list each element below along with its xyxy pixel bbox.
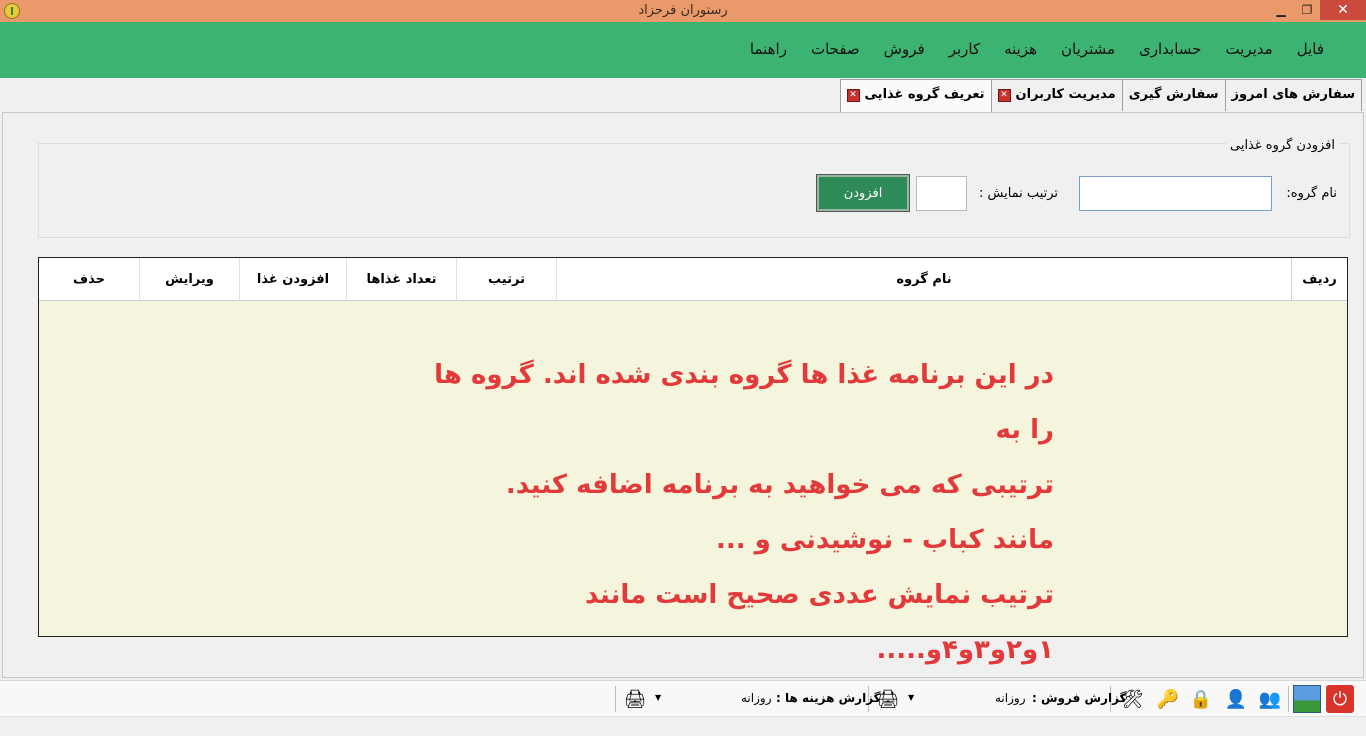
tab-close-icon[interactable]: ✕ <box>846 89 860 102</box>
close-button[interactable]: ✕ <box>1320 0 1366 20</box>
print-expense-icon[interactable]: 🖨 <box>621 685 649 713</box>
column-add-food[interactable]: افزودن غذا <box>239 258 346 301</box>
window-title: رستوران فرحزاد <box>638 3 728 18</box>
user-icon[interactable]: 👤 <box>1222 685 1250 713</box>
tab-label: سفارش گیری <box>1128 87 1219 102</box>
group-name-input[interactable] <box>1079 176 1272 211</box>
column-order[interactable]: ترتیب <box>456 258 556 301</box>
add-button[interactable]: افزودن <box>816 174 910 212</box>
tab-order-taking[interactable]: سفارش گیری <box>1121 79 1226 111</box>
tab-user-management[interactable]: مدیریت کاربران ✕ <box>990 79 1123 111</box>
tab-page: افزودن گروه غذایی نام گروه: ترتیب نمایش … <box>2 112 1364 678</box>
menu-pages[interactable]: صفحات <box>799 40 872 58</box>
notice-line: در این برنامه غذا ها گروه بندی شده اند. … <box>434 360 1054 445</box>
food-groups-grid: ردیف نام گروه ترتیب تعداد غذاها افزودن غ… <box>38 257 1348 665</box>
display-order-input[interactable] <box>916 176 967 211</box>
key-icon[interactable]: 🔑 <box>1154 685 1182 713</box>
column-edit[interactable]: ویرایش <box>139 258 239 301</box>
power-icon[interactable]: ⏻ <box>1326 685 1354 713</box>
grid-header: ردیف نام گروه ترتیب تعداد غذاها افزودن غ… <box>39 258 1347 301</box>
grid-notice: در این برنامه غذا ها گروه بندی شده اند. … <box>414 348 1054 678</box>
menu-file[interactable]: فایل <box>1285 40 1336 58</box>
window-controls: ▁ ❐ ✕ <box>1268 0 1366 20</box>
users-icon[interactable]: 👥 <box>1256 685 1284 713</box>
tab-close-icon[interactable]: ✕ <box>997 89 1011 102</box>
lock-icon[interactable]: 🔒 <box>1187 685 1215 713</box>
bottom-toolbar: ⏻ 👥 👤 🔒 🔑 🛠 گزارش فروش : روزانه ▼ 🖨 گزار… <box>0 680 1366 716</box>
notice-line: ترتیبی که می خواهید به برنامه اضافه کنید… <box>505 470 1054 500</box>
column-row-number[interactable]: ردیف <box>1291 258 1347 301</box>
sales-report-label: گزارش فروش : <box>1032 691 1127 705</box>
tab-food-group-definition[interactable]: تعریف گروه غذایی ✕ <box>839 79 992 113</box>
column-delete[interactable]: حذف <box>39 258 139 301</box>
sales-report-select[interactable]: روزانه <box>995 691 1026 705</box>
chevron-down-icon[interactable]: ▼ <box>908 693 914 702</box>
expense-report-select[interactable]: روزانه <box>741 691 772 705</box>
picture-icon[interactable] <box>1293 685 1321 713</box>
tab-strip: سفارش های امروز سفارش گیری مدیریت کاربرا… <box>0 78 1366 113</box>
menu-expense[interactable]: هزینه <box>992 40 1049 58</box>
toolbar-separator <box>615 686 616 712</box>
menu-accounting[interactable]: حسابداری <box>1127 40 1213 58</box>
column-group-name[interactable]: نام گروه <box>556 258 1291 301</box>
notice-line: ترتیب نمایش عددی صحیح است مانند ۱و۲و۳و۴و… <box>585 580 1054 665</box>
status-bar <box>0 716 1366 736</box>
toolbar-separator <box>1288 686 1289 712</box>
menu-bar: فایل مدیریت حسابداری مشتریان هزینه کاربر… <box>0 22 1366 78</box>
tab-todays-orders[interactable]: سفارش های امروز <box>1224 79 1362 111</box>
menu-management[interactable]: مدیریت <box>1213 40 1284 58</box>
expense-report-label: گزارش هزینه ها : <box>776 691 881 705</box>
tab-label: مدیریت کاربران <box>1015 87 1116 102</box>
notice-line: مانند کباب - نوشیدنی و ... <box>715 525 1054 555</box>
column-food-count[interactable]: تعداد غذاها <box>346 258 456 301</box>
maximize-button[interactable]: ❐ <box>1294 0 1320 20</box>
minimize-button[interactable]: ▁ <box>1268 0 1294 20</box>
menu-customers[interactable]: مشتریان <box>1049 40 1127 58</box>
menu-help[interactable]: راهنما <box>738 40 799 58</box>
display-order-label: ترتیب نمایش : <box>979 186 1059 201</box>
tab-label: سفارش های امروز <box>1231 87 1355 102</box>
add-food-group-box: افزودن گروه غذایی نام گروه: ترتیب نمایش … <box>38 138 1350 238</box>
title-bar: رستوران فرحزاد ▁ ❐ ✕ <box>0 0 1366 22</box>
menu-sales[interactable]: فروش <box>872 40 937 58</box>
main-menu: فایل مدیریت حسابداری مشتریان هزینه کاربر… <box>738 40 1336 58</box>
groupbox-legend: افزودن گروه غذایی <box>1225 138 1339 153</box>
tabs: سفارش های امروز سفارش گیری مدیریت کاربرا… <box>839 79 1362 113</box>
group-name-label: نام گروه: <box>1286 186 1337 201</box>
menu-user[interactable]: کاربر <box>937 40 992 58</box>
tab-label: تعریف گروه غذایی <box>864 87 985 102</box>
chevron-down-icon[interactable]: ▼ <box>655 693 661 702</box>
